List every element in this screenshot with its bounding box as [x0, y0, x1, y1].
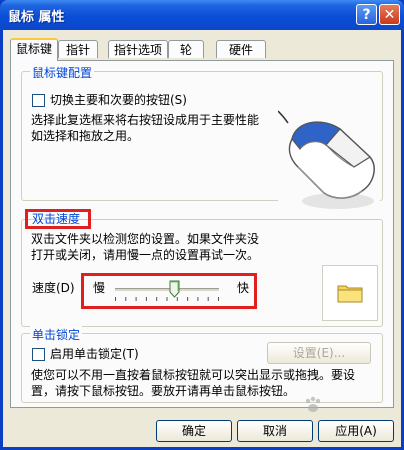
mouse-icon [277, 110, 375, 209]
tab-wheel[interactable]: 轮 [168, 40, 204, 58]
slow-label: 慢 [93, 281, 106, 295]
click-lock-legend: 单击锁定 [30, 326, 83, 343]
click-lock-checkbox[interactable] [32, 348, 45, 361]
close-button[interactable]: ✕ [379, 4, 400, 25]
tab-buttons[interactable]: 鼠标键 [10, 38, 58, 61]
click-lock-desc-1: 使您可以不用一直按着鼠标按钮就可以突出显示或拖拽。要设 [31, 368, 356, 382]
switch-buttons-checkbox[interactable] [32, 94, 45, 107]
speed-slider[interactable] [115, 278, 219, 302]
folder-icon [337, 285, 363, 303]
button-config-desc-2: 如选择和拖放之用。 [31, 129, 140, 143]
dialog-body: 鼠标键 指针 指针选项 轮 硬件 鼠标键配置 切换主要和次要的按钮(S) 选择此… [3, 30, 401, 447]
click-lock-label[interactable]: 启用单击锁定(T) [50, 346, 139, 362]
double-click-legend: 双击速度 [32, 212, 81, 226]
watermark-logo [303, 396, 393, 418]
slider-ticks [115, 297, 219, 301]
tab-hardware[interactable]: 硬件 [216, 40, 266, 58]
fast-label: 快 [237, 281, 250, 295]
tab-panel: 鼠标键配置 切换主要和次要的按钮(S) 选择此复选框来将右按钮设成用于主要性能 … [10, 60, 394, 408]
button-config-legend: 鼠标键配置 [30, 64, 95, 81]
test-folder[interactable] [322, 265, 378, 321]
click-lock-desc-2: 置，请按下鼠标按钮。要放开请再单击鼠标按钮。 [31, 384, 296, 398]
slider-thumb[interactable] [169, 280, 180, 298]
slider-thumb-icon [169, 280, 180, 298]
speed-label: 速度(D) [32, 281, 75, 295]
cancel-button[interactable]: 取消 [237, 420, 313, 442]
tab-pointer-options[interactable]: 指针选项 [108, 40, 168, 58]
window-title: 鼠标 属性 [8, 10, 65, 25]
double-click-desc-2: 打开或关闭，请用慢一点的设置再试一次。 [31, 248, 260, 262]
mouse-illustration [277, 109, 380, 213]
apply-button[interactable]: 应用(A) [318, 420, 394, 442]
ok-button[interactable]: 确定 [156, 420, 232, 442]
switch-buttons-label[interactable]: 切换主要和次要的按钮(S) [50, 92, 187, 108]
help-button[interactable]: ? [356, 4, 377, 25]
button-config-desc-1: 选择此复选框来将右按钮设成用于主要性能 [31, 113, 260, 127]
title-bar[interactable]: 鼠标 属性 ? ✕ [0, 0, 404, 30]
tab-pointers[interactable]: 指针 [58, 40, 98, 58]
click-lock-settings-button[interactable]: 设置(E)... [267, 342, 371, 364]
slider-track [115, 288, 219, 291]
double-click-desc-1: 双击文件夹以检测您的设置。如果文件夹没 [31, 232, 260, 246]
paw-icon [305, 396, 321, 412]
